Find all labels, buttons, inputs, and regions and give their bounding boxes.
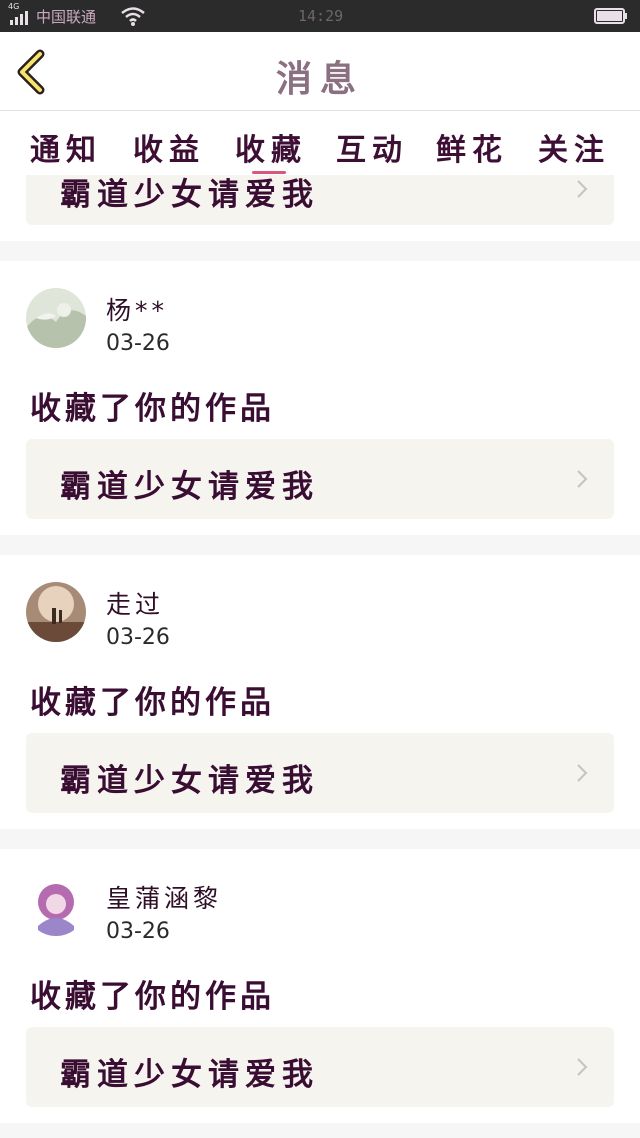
tab-follow[interactable]: 关注: [538, 125, 610, 169]
tab-favorites[interactable]: 收藏: [235, 125, 307, 169]
avatar[interactable]: [26, 288, 86, 348]
username[interactable]: 皇蒲涵黎: [106, 879, 222, 915]
work-card[interactable]: 霸道少女请爱我: [26, 733, 614, 813]
message-list[interactable]: 霸道少女请爱我 杨** 03-26 收藏了你的作品 霸道少女请爱我 走过 03-…: [0, 175, 640, 1138]
list-item: 杨** 03-26 收藏了你的作品 霸道少女请爱我: [0, 261, 640, 535]
timestamp: 03-26: [106, 919, 170, 944]
chevron-right-icon: [577, 1058, 588, 1076]
work-card[interactable]: 霸道少女请爱我: [26, 1027, 614, 1107]
carrier-name: 中国联通: [36, 8, 97, 26]
page-title: 消息: [275, 59, 364, 100]
timestamp: 03-26: [106, 625, 170, 650]
work-title: 霸道少女请爱我: [60, 763, 319, 799]
avatar-image-icon: [26, 582, 86, 642]
work-card[interactable]: 霸道少女请爱我: [26, 175, 614, 225]
action-text: 收藏了你的作品: [30, 391, 275, 427]
app-header: 消息: [0, 32, 640, 111]
avatar-image-icon: [26, 876, 86, 936]
divider: [0, 829, 640, 849]
chevron-right-icon: [577, 180, 588, 198]
battery-icon: [594, 8, 627, 24]
wifi-icon: [121, 7, 145, 26]
list-item: 走过 03-26 收藏了你的作品 霸道少女请爱我: [0, 555, 640, 829]
tab-bar: 通知 收益 收藏 互动 鲜花 关注: [0, 111, 640, 175]
list-item: 皇蒲涵黎 03-26 收藏了你的作品 霸道少女请爱我: [0, 849, 640, 1123]
status-bar: 4G 中国联通 14:29: [0, 0, 640, 32]
active-tab-indicator: [252, 171, 286, 174]
tab-earnings[interactable]: 收益: [133, 125, 205, 169]
avatar[interactable]: [26, 582, 86, 642]
tab-notice[interactable]: 通知: [30, 125, 102, 169]
avatar[interactable]: [26, 876, 86, 936]
signal-icon: [10, 11, 28, 25]
work-title: 霸道少女请爱我: [60, 1057, 319, 1093]
timestamp: 03-26: [106, 331, 170, 356]
work-title: 霸道少女请爱我: [60, 177, 319, 213]
chevron-right-icon: [577, 764, 588, 782]
divider: [0, 535, 640, 555]
clock: 14:29: [298, 7, 344, 25]
username[interactable]: 杨**: [106, 291, 168, 327]
tab-flowers[interactable]: 鲜花: [436, 125, 508, 169]
divider: [0, 1123, 640, 1138]
tab-interaction[interactable]: 互动: [336, 125, 408, 169]
avatar-image-icon: [26, 288, 86, 348]
username[interactable]: 走过: [106, 585, 164, 621]
action-text: 收藏了你的作品: [30, 685, 275, 721]
work-card[interactable]: 霸道少女请爱我: [26, 439, 614, 519]
action-text: 收藏了你的作品: [30, 979, 275, 1015]
work-title: 霸道少女请爱我: [60, 469, 319, 505]
divider: [0, 241, 640, 261]
chevron-right-icon: [577, 470, 588, 488]
